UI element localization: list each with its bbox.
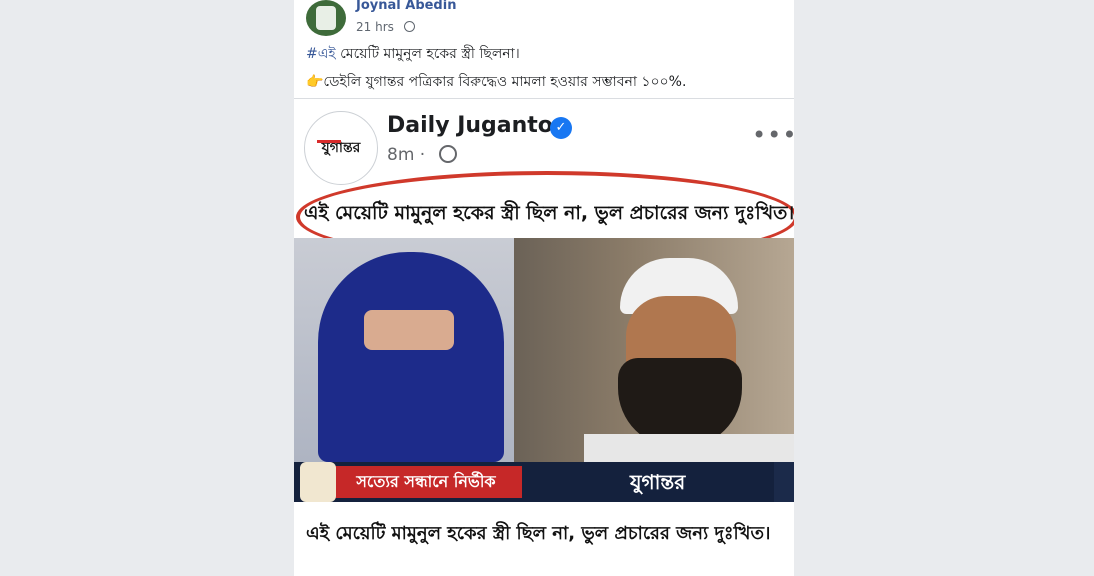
photo-man [514, 238, 794, 462]
scroll-icon [300, 462, 336, 502]
jugantor-logo: যুগান্তর [304, 111, 378, 185]
post-text-line1: #এই মেয়েটি মামুনুল হকের স্ত্রী ছিলনা। [306, 42, 520, 66]
post-time[interactable]: 21 hrs [356, 20, 394, 34]
page-name: Daily Jugantor [387, 113, 564, 138]
post-text-line1-rest: মেয়েটি মামুনুল হকের স্ত্রী ছিলনা। [335, 46, 520, 62]
author-name[interactable]: Joynal Abedin [356, 0, 456, 13]
inner-post-time: 8m [387, 145, 415, 165]
banner-slogan: সত্যের সন্ধানে নির্ভীক [330, 466, 522, 498]
news-banner: সত্যের সন্ধানে নির্ভীক যুগান্তর [294, 462, 794, 502]
inner-headline: এই মেয়েটি মামুনুল হকের স্ত্রী ছিল না, ভ… [304, 202, 794, 224]
globe-icon [403, 21, 415, 32]
more-options-icon: ••• [752, 121, 794, 149]
shared-screenshot[interactable]: যুগান্তর Daily Jugantor ✓ 8m · ••• এই মে… [294, 99, 794, 502]
hashtag-link[interactable]: #এই [306, 46, 336, 62]
photo-collage [294, 238, 794, 462]
post-text-line2: 👉ডেইলি যুগান্তর পত্রিকার বিরুদ্ধেও মামলা… [306, 74, 687, 90]
inner-post-meta: 8m · [387, 145, 457, 165]
verified-badge-icon: ✓ [550, 117, 572, 139]
link-preview-caption[interactable]: এই মেয়েটি মামুনুল হকের স্ত্রী ছিল না, ভ… [306, 520, 776, 548]
banner-brand: যুগান্তর [630, 470, 686, 494]
post-meta: 21 hrs [356, 20, 415, 34]
photo-woman [294, 238, 514, 462]
globe-icon [438, 145, 457, 163]
author-avatar[interactable] [306, 0, 346, 36]
post-card: Joynal Abedin 21 hrs #এই মেয়েটি মামুনুল… [294, 0, 794, 576]
